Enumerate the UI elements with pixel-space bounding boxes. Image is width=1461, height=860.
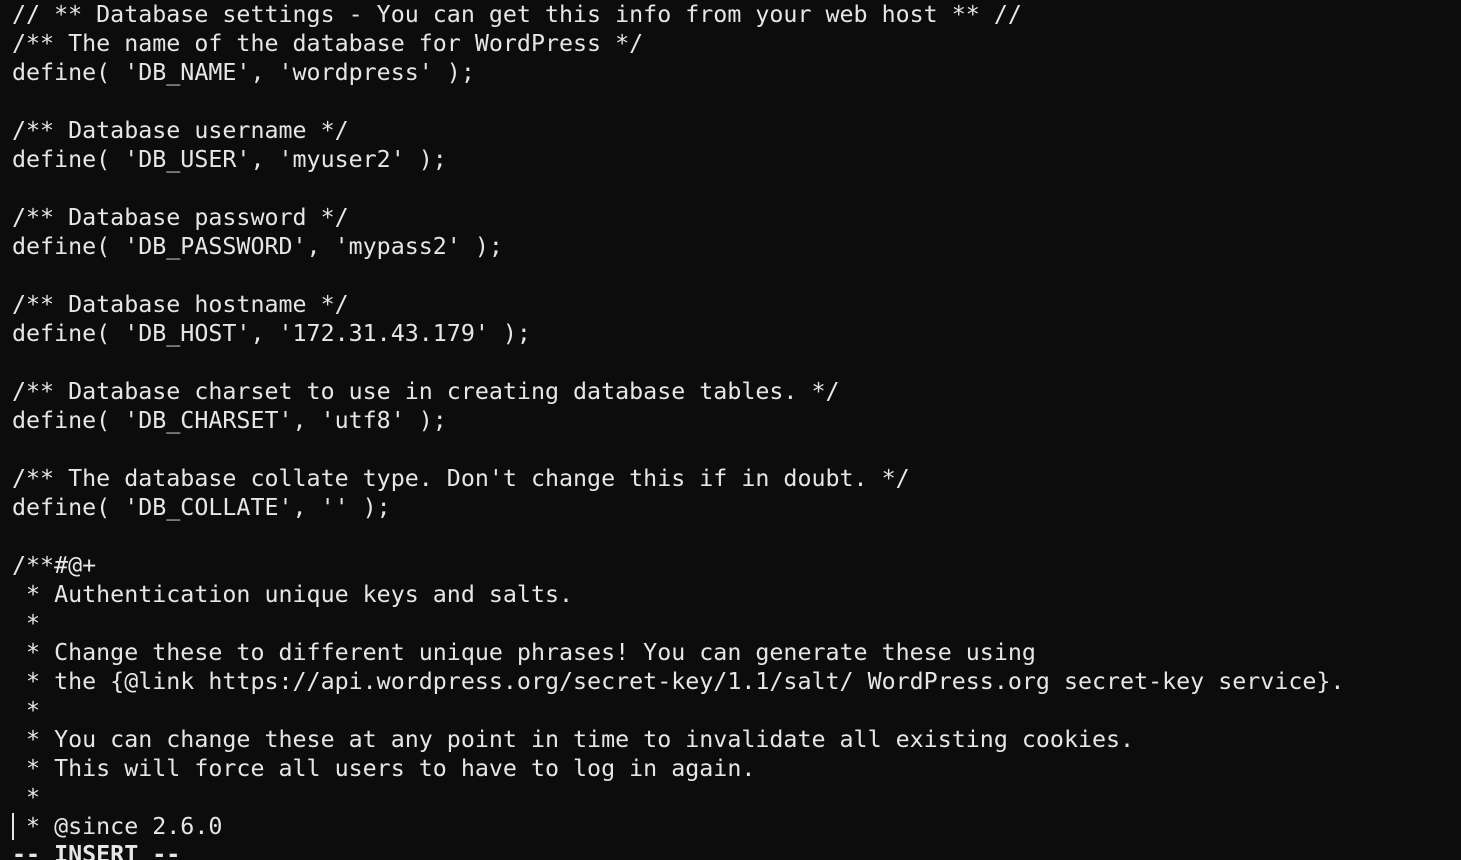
code-line: /** Database password */ bbox=[12, 204, 349, 231]
code-line: * Change these to different unique phras… bbox=[12, 639, 1036, 666]
code-line: // ** Database settings - You can get th… bbox=[12, 1, 1022, 28]
terminal-window[interactable]: // ** Database settings - You can get th… bbox=[0, 0, 1461, 860]
code-line: define( 'DB_NAME', 'wordpress' ); bbox=[12, 59, 475, 86]
code-line: * bbox=[12, 784, 41, 811]
code-line: define( 'DB_USER', 'myuser2' ); bbox=[12, 146, 447, 173]
code-line: /** Database hostname */ bbox=[12, 291, 349, 318]
code-line: /** The name of the database for WordPre… bbox=[12, 30, 644, 57]
code-line: /** Database charset to use in creating … bbox=[12, 378, 840, 405]
code-line: * bbox=[12, 697, 41, 724]
code-line: define( 'DB_CHARSET', 'utf8' ); bbox=[12, 407, 447, 434]
code-line: define( 'DB_PASSWORD', 'mypass2' ); bbox=[12, 233, 503, 260]
code-line: * bbox=[12, 610, 41, 637]
code-line: * You can change these at any point in t… bbox=[12, 726, 1135, 753]
code-line: * This will force all users to have to l… bbox=[12, 755, 756, 782]
code-line: define( 'DB_COLLATE', '' ); bbox=[12, 494, 391, 521]
mode-indicator: -- INSERT -- bbox=[12, 841, 181, 860]
code-line: * @since 2.6.0 bbox=[12, 813, 223, 840]
code-line: /** The database collate type. Don't cha… bbox=[12, 465, 910, 492]
code-line: /**#@+ bbox=[12, 552, 97, 579]
code-line: * Authentication unique keys and salts. bbox=[12, 581, 574, 608]
code-line: * the {@link https://api.wordpress.org/s… bbox=[12, 668, 1345, 695]
code-line: define( 'DB_HOST', '172.31.43.179' ); bbox=[12, 320, 531, 347]
text-cursor bbox=[12, 813, 14, 840]
code-line: /** Database username */ bbox=[12, 117, 349, 144]
editor-buffer[interactable]: // ** Database settings - You can get th… bbox=[12, 0, 1461, 841]
